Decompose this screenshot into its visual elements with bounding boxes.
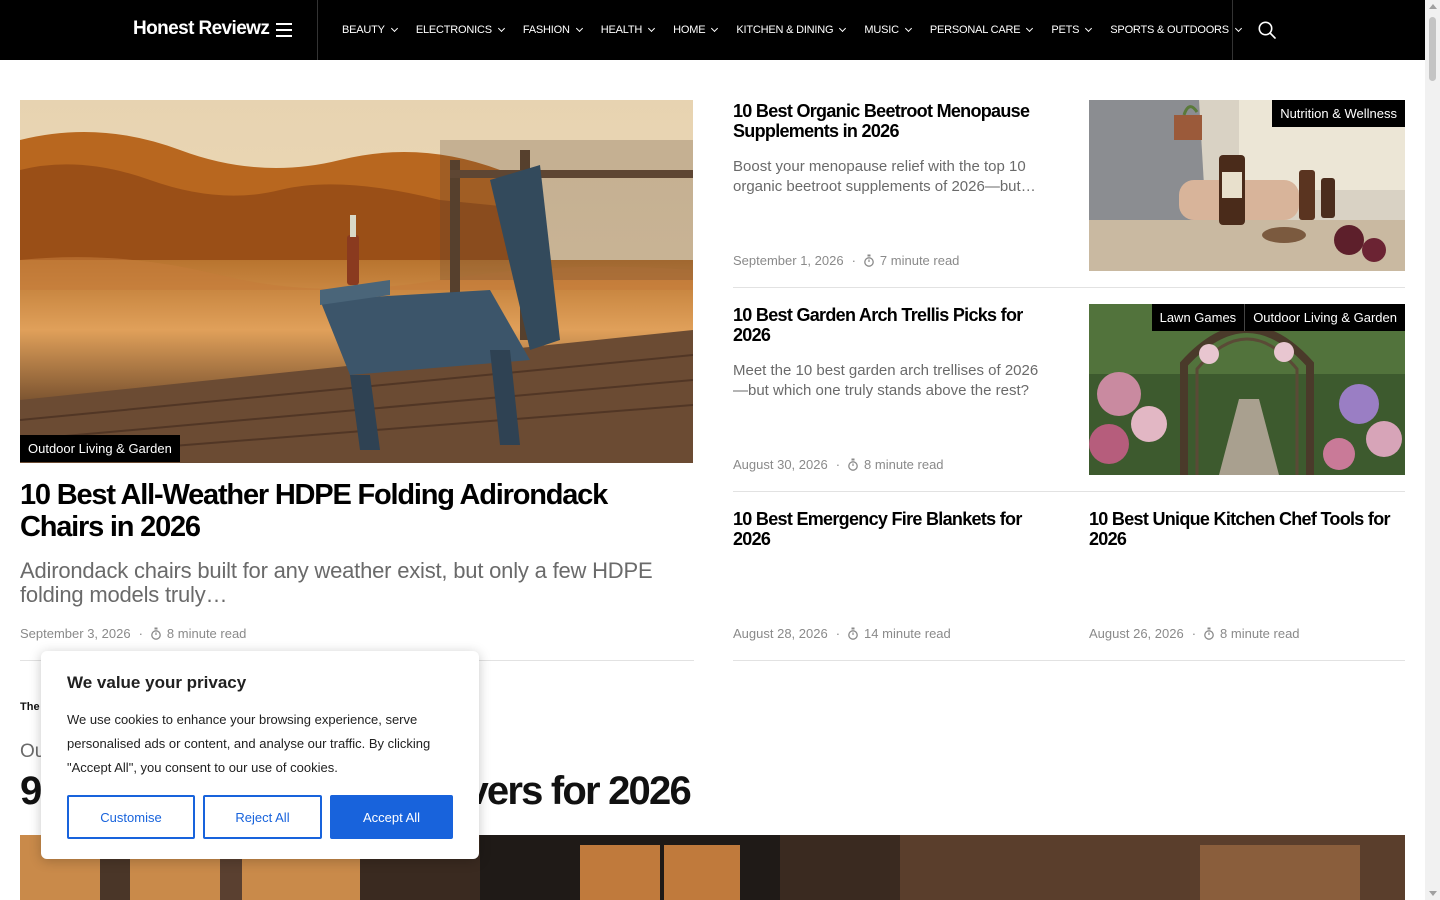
post-category-tags: Nutrition & Wellness [1272, 100, 1405, 127]
nav-label: HOME [673, 24, 706, 36]
post-excerpt: Meet the 10 best garden arch trellises o… [733, 362, 1039, 399]
section-title-start: 9 [20, 769, 42, 813]
post-date: August 28, 2026 [733, 626, 828, 641]
section-title-end: vers for 2026 [466, 769, 691, 813]
read-time: 7 minute read [879, 253, 960, 268]
chevron-down-icon [1234, 24, 1242, 33]
site-logo[interactable]: Honest Reviewz [133, 18, 270, 40]
main-nav: BEAUTY ELECTRONICS FASHION HEALTH HOME K… [342, 0, 1260, 60]
post-title[interactable]: 10 Best Unique Kitchen Chef Tools for 20… [1089, 509, 1405, 549]
featured-meta: September 3, 2026 · 8 minute read [20, 626, 246, 641]
chevron-down-icon [575, 24, 583, 33]
nav-label: ELECTRONICS [415, 24, 492, 36]
scroll-thumb[interactable] [1429, 17, 1436, 81]
header-divider [1232, 0, 1233, 60]
nav-label: PERSONAL CARE [929, 24, 1021, 36]
post-meta: August 30, 2026 · 8 minute read [733, 457, 944, 472]
scroll-up-arrow-icon[interactable] [1429, 4, 1437, 9]
nav-item-beauty[interactable]: BEAUTY [342, 24, 398, 36]
divider [733, 287, 1405, 288]
search-icon[interactable] [1258, 21, 1276, 39]
nav-label: FASHION [522, 24, 570, 36]
chevron-down-icon [1085, 24, 1093, 33]
meta-separator: · [835, 626, 841, 641]
category-tag[interactable]: Outdoor Living & Garden [20, 435, 180, 462]
post-meta: September 1, 2026 · 7 minute read [733, 253, 959, 268]
chevron-down-icon [390, 24, 398, 33]
category-tag[interactable]: Nutrition & Wellness [1272, 100, 1405, 127]
meta-separator: · [835, 457, 841, 472]
nav-label: KITCHEN & DINING [736, 24, 834, 36]
chevron-down-icon [1026, 24, 1034, 33]
nav-item-sports-outdoors[interactable]: SPORTS & OUTDOORS [1110, 24, 1242, 36]
nav-label: PETS [1051, 24, 1080, 36]
chevron-down-icon [904, 24, 912, 33]
nav-item-electronics[interactable]: ELECTRONICS [415, 24, 505, 36]
stopwatch-icon [864, 254, 874, 267]
post-date: September 3, 2026 [20, 626, 131, 641]
cookie-title: We value your privacy [67, 673, 247, 692]
page-scrollbar[interactable] [1425, 0, 1440, 900]
hamburger-icon[interactable] [276, 23, 292, 37]
category-tag[interactable]: Lawn Games [1151, 304, 1245, 331]
chevron-down-icon [497, 24, 505, 33]
nav-label: SPORTS & OUTDOORS [1110, 24, 1229, 36]
divider [733, 660, 1405, 661]
post-excerpt: Boost your menopause relief with the top… [733, 158, 1036, 195]
featured-title[interactable]: 10 Best All-Weather HDPE Folding Adirond… [20, 479, 693, 543]
featured-excerpt: Adirondack chairs built for any weather … [20, 558, 653, 607]
meta-separator: · [1191, 626, 1197, 641]
cookie-consent-dialog: We value your privacy We use cookies to … [41, 651, 479, 859]
site-header: Honest Reviewz BEAUTY ELECTRONICS FASHIO… [0, 0, 1425, 60]
chevron-down-icon [648, 24, 656, 33]
section-label: The [20, 701, 40, 713]
reject-all-button[interactable]: Reject All [203, 795, 322, 839]
stopwatch-icon [151, 627, 161, 640]
nav-item-fashion[interactable]: FASHION [522, 24, 583, 36]
featured-category-tags: Outdoor Living & Garden [20, 435, 180, 462]
post-title[interactable]: 10 Best Garden Arch Trellis Picks for 20… [733, 305, 1053, 345]
nav-item-health[interactable]: HEALTH [600, 24, 656, 36]
header-divider [317, 0, 318, 60]
adirondack-chair-photo [20, 100, 693, 463]
meta-separator: · [138, 626, 143, 641]
stopwatch-icon [848, 627, 858, 640]
post-date: August 30, 2026 [733, 457, 828, 472]
nav-item-home[interactable]: HOME [673, 24, 719, 36]
nav-item-music[interactable]: MUSIC [864, 24, 912, 36]
post-date: August 26, 2026 [1089, 626, 1184, 641]
post-meta: August 26, 2026 · 8 minute read [1089, 626, 1300, 641]
post-category-tags: Lawn Games Outdoor Living & Garden [1151, 304, 1405, 331]
cookie-message: We use cookies to enhance your browsing … [67, 712, 431, 775]
read-time: 8 minute read [166, 626, 247, 641]
read-time: 8 minute read [864, 457, 944, 472]
nav-label: BEAUTY [342, 24, 385, 36]
post-title[interactable]: 10 Best Emergency Fire Blankets for 2026 [733, 509, 1053, 549]
post-title[interactable]: 10 Best Organic Beetroot Menopause Suppl… [733, 101, 1053, 141]
meta-separator: · [851, 253, 856, 268]
read-time: 8 minute read [1220, 626, 1300, 641]
chevron-down-icon [711, 24, 719, 33]
nav-label: HEALTH [600, 24, 643, 36]
nav-item-kitchen-dining[interactable]: KITCHEN & DINING [736, 24, 847, 36]
featured-image[interactable] [20, 100, 693, 463]
post-meta: August 28, 2026 · 14 minute read [733, 626, 951, 641]
chevron-down-icon [839, 24, 847, 33]
post-date: September 1, 2026 [733, 253, 844, 268]
category-tag[interactable]: Outdoor Living & Garden [1244, 304, 1405, 331]
nav-label: MUSIC [864, 24, 899, 36]
divider [733, 491, 1405, 492]
nav-item-personal-care[interactable]: PERSONAL CARE [929, 24, 1034, 36]
accept-all-button[interactable]: Accept All [330, 795, 453, 839]
customise-button[interactable]: Customise [67, 795, 195, 839]
scroll-down-arrow-icon[interactable] [1429, 891, 1437, 896]
stopwatch-icon [848, 458, 858, 471]
read-time: 14 minute read [864, 626, 951, 641]
stopwatch-icon [1204, 627, 1214, 640]
nav-item-pets[interactable]: PETS [1051, 24, 1093, 36]
